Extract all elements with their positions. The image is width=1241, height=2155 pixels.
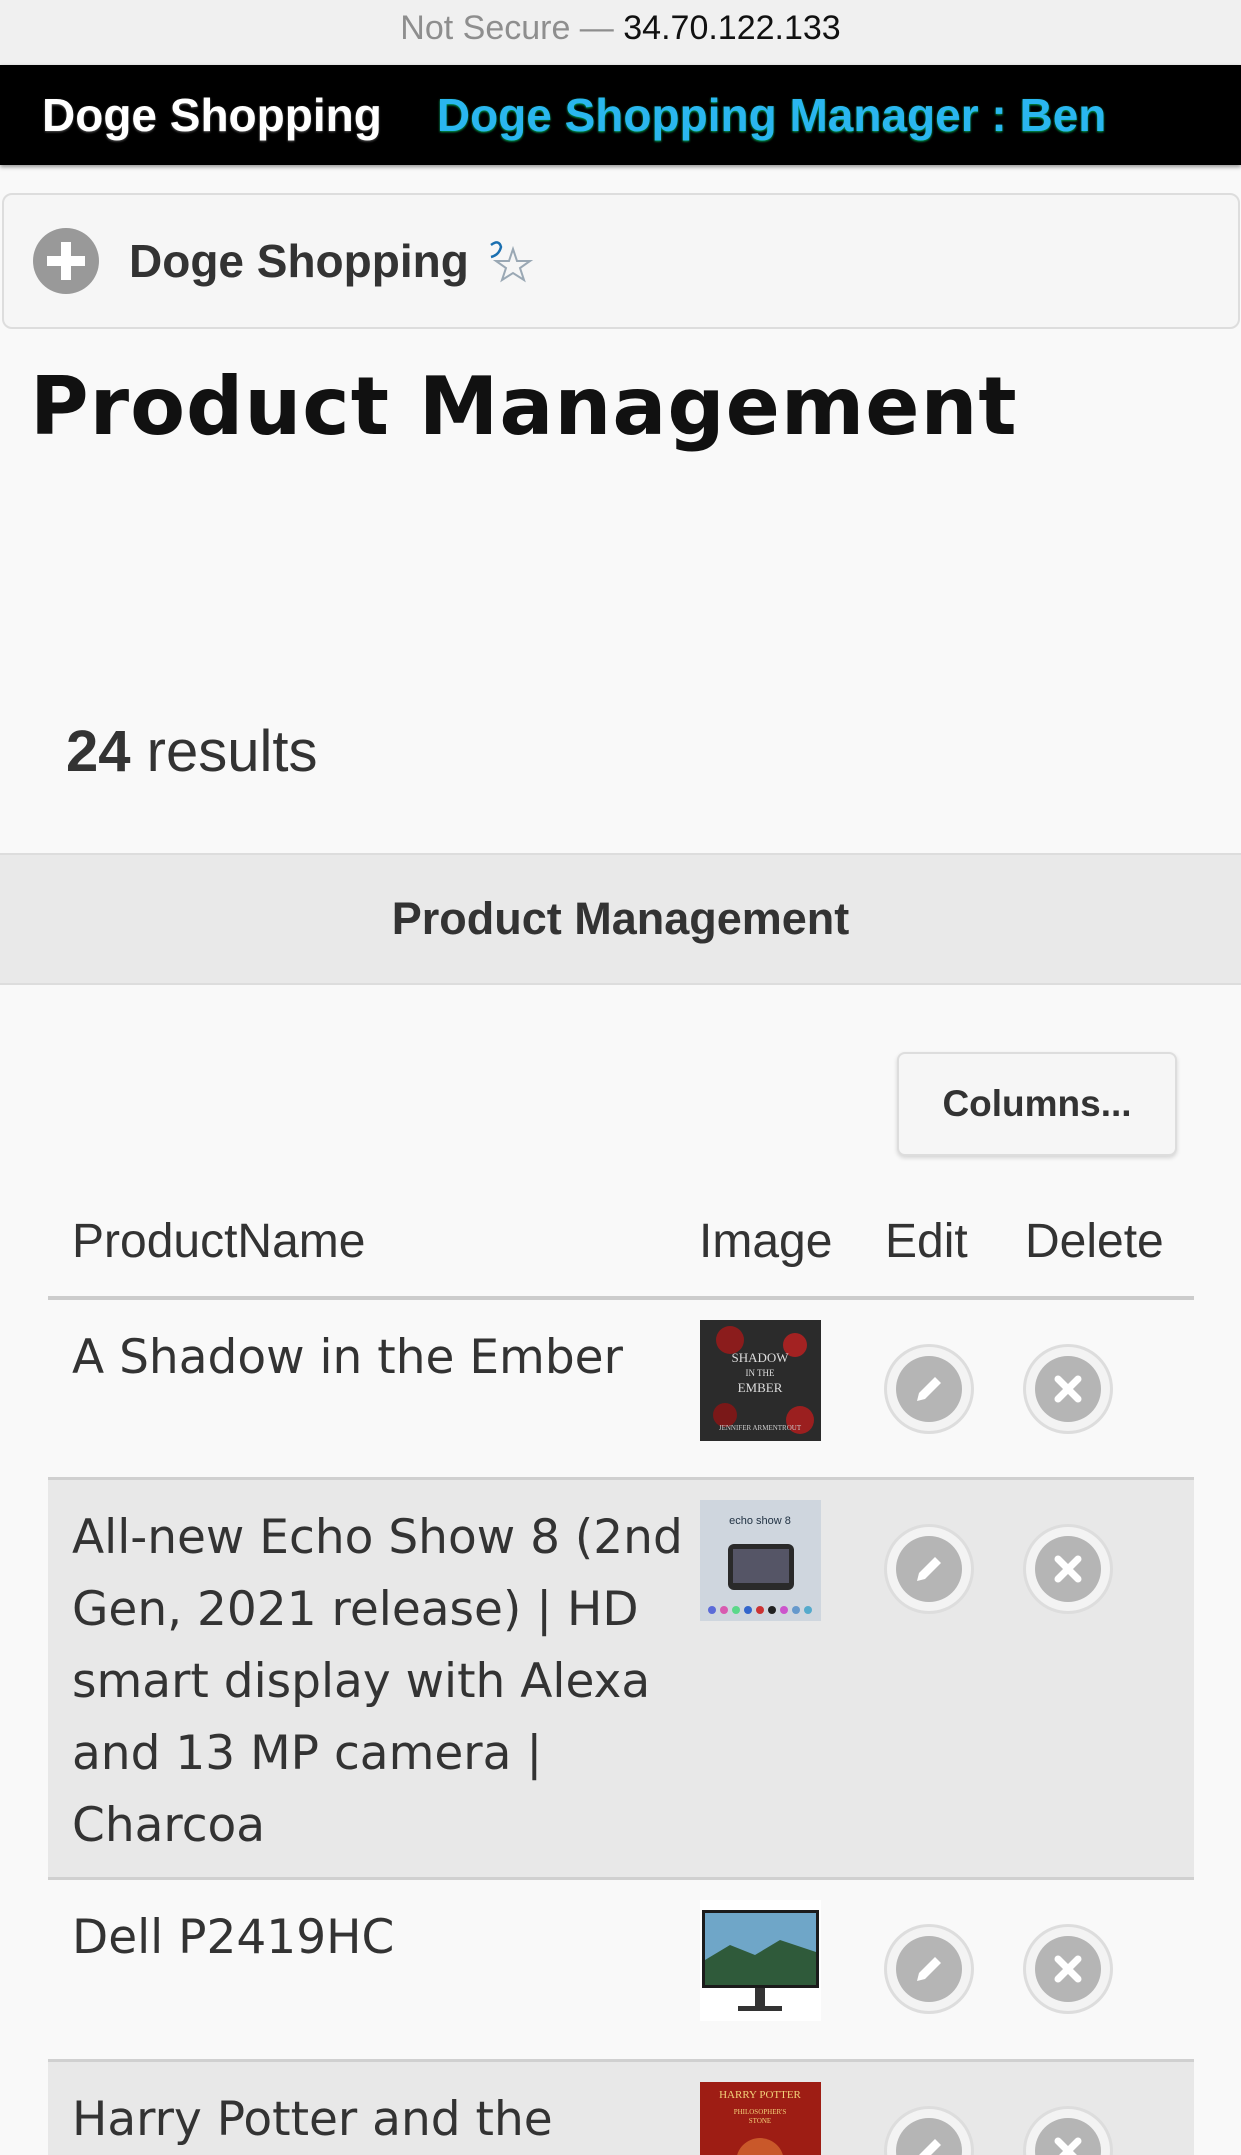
- edit-button[interactable]: [884, 1924, 974, 2014]
- close-icon: [1054, 2137, 1082, 2155]
- product-table: ProductName Image Edit Delete A Shadow i…: [48, 1198, 1194, 2155]
- browser-url-bar[interactable]: Not Secure — 34.70.122.133: [0, 0, 1241, 65]
- pencil-icon: [917, 1957, 941, 1981]
- pencil-icon: [917, 1557, 941, 1581]
- page-title: Product Management: [30, 360, 1018, 453]
- header-title: Doge Shopping: [129, 235, 469, 287]
- close-icon: [1054, 1955, 1082, 1983]
- edit-button[interactable]: [884, 1524, 974, 1614]
- book-line1: SHADOW: [731, 1350, 789, 1365]
- top-navbar: Doge Shopping Doge Shopping Manager : Be…: [0, 65, 1241, 165]
- plus-icon[interactable]: [33, 228, 99, 294]
- product-thumbnail[interactable]: [700, 1900, 821, 2021]
- brand-link[interactable]: Doge Shopping: [42, 88, 382, 142]
- header-image[interactable]: Image: [699, 1214, 832, 1269]
- product-thumbnail[interactable]: echo show 8: [700, 1500, 821, 1621]
- close-icon: [1054, 1555, 1082, 1583]
- header-delete[interactable]: Delete: [1025, 1214, 1164, 1269]
- table-header: ProductName Image Edit Delete: [48, 1198, 1194, 1300]
- delete-button[interactable]: [1023, 1344, 1113, 1434]
- not-secure-label: Not Secure —: [400, 9, 614, 47]
- manager-link[interactable]: Doge Shopping Manager : Ben: [437, 88, 1107, 142]
- hp-line1: HARRY POTTER: [719, 2089, 801, 2101]
- results-label: results: [146, 719, 318, 784]
- close-icon: [1054, 1375, 1082, 1403]
- results-number: 24: [66, 719, 131, 784]
- table-row: A Shadow in the Ember SHADOW IN THE EMBE…: [48, 1300, 1194, 1480]
- table-row: Dell P2419HC: [48, 1880, 1194, 2062]
- book-author: JENNIFER ARMENTROUT: [719, 1424, 802, 1432]
- book-line2: IN THE: [745, 1368, 775, 1378]
- delete-button[interactable]: [1023, 1924, 1113, 2014]
- star-icon: [490, 241, 534, 283]
- hp-line2: PHILOSOPHER'S: [734, 2108, 787, 2116]
- product-name: All-new Echo Show 8 (2nd Gen, 2021 relea…: [72, 1510, 683, 1853]
- edit-button[interactable]: [884, 2106, 974, 2155]
- hp-line3: STONE: [749, 2117, 771, 2125]
- columns-button[interactable]: Columns...: [897, 1052, 1177, 1156]
- delete-button[interactable]: [1023, 2106, 1113, 2155]
- pencil-icon: [919, 2139, 941, 2155]
- product-thumbnail[interactable]: HARRY POTTER PHILOSOPHER'S STONE: [700, 2082, 821, 2155]
- product-name: Harry Potter and the: [72, 2092, 553, 2147]
- table-row: Harry Potter and the HARRY POTTER PHILOS…: [48, 2062, 1194, 2155]
- product-name: Dell P2419HC: [72, 1910, 395, 1965]
- book-line3: EMBER: [738, 1380, 783, 1395]
- product-thumbnail[interactable]: SHADOW IN THE EMBER JENNIFER ARMENTROUT: [700, 1320, 821, 1441]
- header-productname[interactable]: ProductName: [72, 1214, 365, 1269]
- header-bar: Doge Shopping: [2, 193, 1240, 329]
- pencil-icon: [917, 1377, 941, 1401]
- product-name: A Shadow in the Ember: [72, 1330, 623, 1385]
- url-host: 34.70.122.133: [623, 9, 841, 47]
- edit-button[interactable]: [884, 1344, 974, 1434]
- section-header: Product Management: [0, 853, 1241, 985]
- results-count: 24 results: [66, 718, 317, 785]
- delete-button[interactable]: [1023, 1524, 1113, 1614]
- echo-title: echo show 8: [729, 1515, 791, 1527]
- table-row: All-new Echo Show 8 (2nd Gen, 2021 relea…: [48, 1480, 1194, 1880]
- header-edit[interactable]: Edit: [885, 1214, 968, 1269]
